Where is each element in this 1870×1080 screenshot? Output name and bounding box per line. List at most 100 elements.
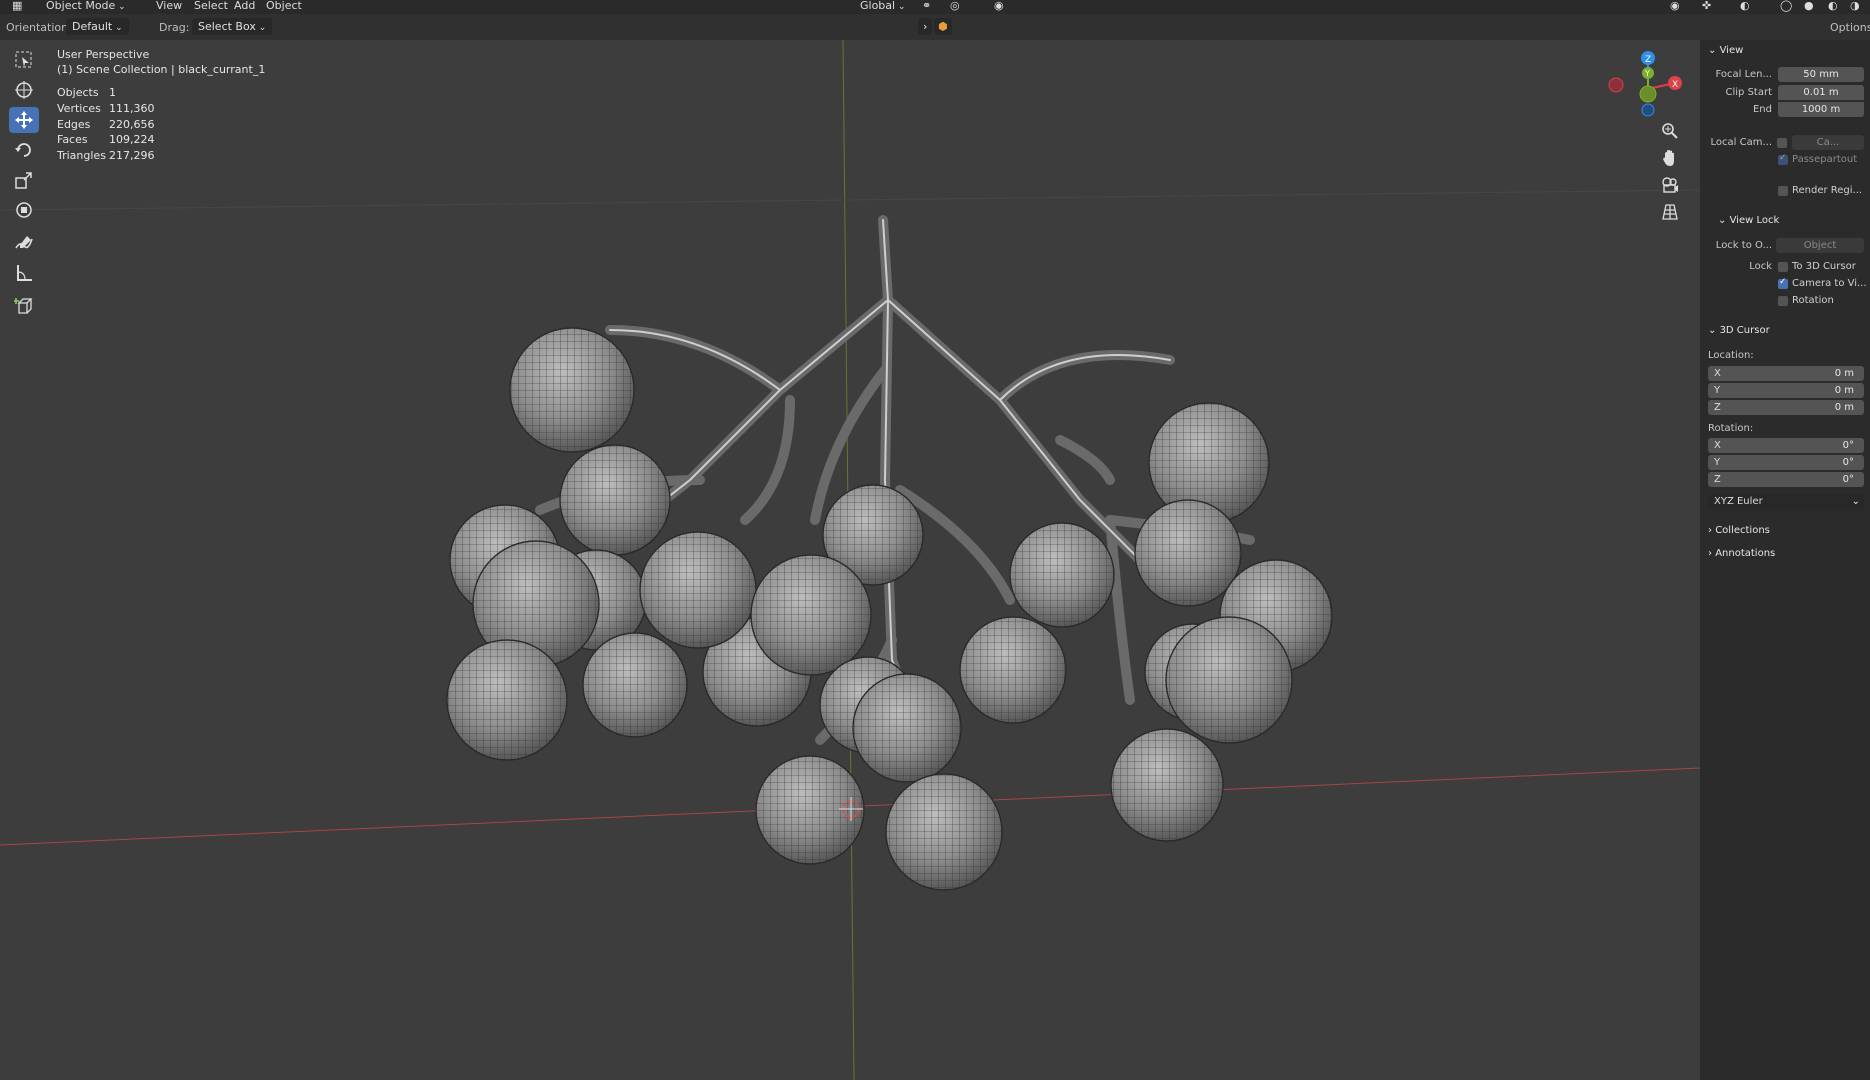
measure-icon bbox=[17, 265, 32, 281]
add-cube-tool[interactable] bbox=[9, 293, 39, 319]
orientation-label: Orientation: bbox=[6, 21, 72, 34]
stat-value: 111,360 bbox=[109, 102, 155, 115]
stat-label: Faces bbox=[57, 133, 88, 146]
move-icon bbox=[15, 111, 33, 129]
material-shading-icon[interactable]: ◐ bbox=[1824, 0, 1842, 14]
grid-icon bbox=[1662, 204, 1678, 220]
options-menu[interactable]: Options bbox=[1830, 21, 1870, 34]
snap-icon[interactable]: ⚭ bbox=[918, 0, 935, 14]
stat-label: Edges bbox=[57, 118, 91, 131]
stat-value: 109,224 bbox=[109, 133, 155, 146]
lock-camera-label: Camera to Vi... bbox=[1792, 278, 1867, 289]
cursor-rotation-x[interactable]: X 0° bbox=[1708, 438, 1864, 453]
zoom-icon bbox=[1662, 123, 1678, 139]
chevron-down-icon: ⌄ bbox=[1708, 325, 1720, 336]
clip-end-row: End 1000 m bbox=[1700, 102, 1870, 118]
navigation-gizmo[interactable]: Z X Y bbox=[1608, 45, 1688, 125]
lock-rotation-label: Rotation bbox=[1792, 295, 1834, 306]
focal-length-row: Focal Len... 50 mm bbox=[1700, 67, 1870, 83]
lock-object-row: Lock to O... Object bbox=[1700, 238, 1870, 254]
gizmo-toggle-icon[interactable]: ✜ bbox=[1698, 0, 1715, 14]
pan-button[interactable] bbox=[1657, 145, 1683, 171]
cursor-location-z[interactable]: Z0 m bbox=[1708, 400, 1864, 415]
lock-cursor-checkbox[interactable] bbox=[1778, 262, 1788, 272]
location-label: Location: bbox=[1708, 350, 1754, 361]
view-section-header[interactable]: ⌄ View bbox=[1708, 45, 1743, 56]
lock-object-field[interactable]: Object bbox=[1776, 238, 1864, 253]
chevron-down-icon: ⌄ bbox=[1718, 215, 1730, 226]
sidebar-expand-icon[interactable]: › bbox=[918, 18, 933, 35]
sidebar-n-panel: ⌄ View Focal Len... 50 mm Clip Start 0.0… bbox=[1700, 40, 1870, 1080]
solid-shading-icon[interactable]: ● bbox=[1800, 0, 1818, 14]
lock-rotation-checkbox[interactable] bbox=[1778, 296, 1788, 306]
cursor-tool[interactable] bbox=[9, 77, 39, 103]
passepartout-row: Passepartout bbox=[1700, 152, 1870, 168]
cursor-rotation-z[interactable]: Z 0° bbox=[1708, 472, 1864, 487]
focal-length-label: Focal Len... bbox=[1715, 69, 1772, 80]
annotate-icon bbox=[15, 236, 33, 249]
wireframe-shading-icon[interactable]: ◯ bbox=[1776, 0, 1796, 14]
cursor-rotation-y[interactable]: Y 0° bbox=[1708, 455, 1864, 470]
lock-camera-checkbox[interactable] bbox=[1778, 277, 1788, 289]
clip-end-field[interactable]: 1000 m bbox=[1778, 102, 1864, 117]
gizmo-z-label: Z bbox=[1645, 55, 1651, 65]
perspective-toggle-button[interactable] bbox=[1657, 199, 1683, 225]
chevron-down-icon: ⌄ bbox=[1708, 45, 1720, 56]
transform-space-selector[interactable]: Global bbox=[856, 0, 910, 14]
scene-icon[interactable]: ⬢ bbox=[934, 18, 952, 35]
stat-value: 220,656 bbox=[109, 118, 155, 131]
rotation-mode-dropdown[interactable]: XYZ Euler ⌄ bbox=[1708, 494, 1864, 509]
view-name: User Perspective bbox=[57, 48, 150, 61]
proportional-edit-icon[interactable]: ◎ bbox=[946, 0, 964, 14]
select-box-icon bbox=[15, 51, 32, 68]
add-menu[interactable]: Add bbox=[230, 0, 259, 14]
mode-selector[interactable]: Object Mode bbox=[42, 0, 130, 14]
hand-icon bbox=[1663, 150, 1674, 166]
render-region-label: Render Regi... bbox=[1792, 185, 1863, 196]
clip-start-label: Clip Start bbox=[1725, 87, 1773, 98]
local-camera-field[interactable]: Ca... bbox=[1792, 135, 1864, 150]
tool-header: Orientation: Default Drag: Select Box › … bbox=[0, 14, 1870, 40]
rendered-shading-icon[interactable]: ◑ bbox=[1846, 0, 1864, 14]
view-menu[interactable]: View bbox=[152, 0, 186, 14]
rotation-label: Rotation: bbox=[1708, 423, 1754, 434]
pivot-icon[interactable]: ◉ bbox=[990, 0, 1008, 14]
local-camera-checkbox[interactable] bbox=[1777, 138, 1787, 148]
camera-icon bbox=[1662, 177, 1678, 193]
drag-selector[interactable]: Select Box bbox=[192, 18, 273, 35]
select-menu[interactable]: Select bbox=[190, 0, 232, 14]
rotate-tool[interactable] bbox=[9, 137, 39, 163]
lock-object-label: Lock to O... bbox=[1715, 240, 1772, 251]
cursor-location-x[interactable]: X0 m bbox=[1708, 366, 1864, 381]
3d-viewport[interactable] bbox=[0, 40, 1700, 1080]
cursor-location-y[interactable]: Y0 m bbox=[1708, 383, 1864, 398]
passepartout-checkbox[interactable] bbox=[1778, 153, 1788, 165]
stat-value: 1 bbox=[109, 86, 116, 99]
orientation-selector[interactable]: Default bbox=[66, 18, 129, 35]
stat-label: Triangles bbox=[57, 149, 106, 162]
collections-section-header[interactable]: › Collections bbox=[1708, 525, 1770, 536]
stat-label: Objects bbox=[57, 86, 99, 99]
top-menu-bar: ▦ Object Mode View Select Add Object Glo… bbox=[0, 0, 1870, 14]
3d-cursor-section-header[interactable]: ⌄ 3D Cursor bbox=[1708, 325, 1770, 336]
move-tool[interactable] bbox=[9, 107, 39, 133]
scale-tool[interactable] bbox=[9, 167, 39, 193]
render-region-checkbox[interactable] bbox=[1778, 186, 1788, 196]
passepartout-label: Passepartout bbox=[1792, 154, 1858, 165]
editor-type-icon[interactable]: ▦ bbox=[8, 0, 26, 14]
view-lock-section-header[interactable]: ⌄ View Lock bbox=[1718, 215, 1779, 226]
visibility-icon[interactable]: ◉ bbox=[1666, 0, 1684, 14]
overlay-toggle-icon[interactable]: ◐ bbox=[1736, 0, 1754, 14]
collection-name: (1) Scene Collection | black_currant_1 bbox=[57, 63, 266, 76]
object-menu[interactable]: Object bbox=[262, 0, 306, 14]
annotate-tool[interactable] bbox=[9, 230, 39, 256]
focal-length-field[interactable]: 50 mm bbox=[1778, 67, 1864, 82]
clip-start-field[interactable]: 0.01 m bbox=[1778, 85, 1864, 100]
zoom-button[interactable] bbox=[1657, 118, 1683, 144]
camera-view-button[interactable] bbox=[1657, 172, 1683, 198]
annotations-section-header[interactable]: › Annotations bbox=[1708, 548, 1775, 559]
transform-tool[interactable] bbox=[9, 197, 39, 223]
select-box-tool[interactable] bbox=[9, 47, 39, 73]
measure-tool[interactable] bbox=[9, 260, 39, 286]
render-region-row: Render Regi... bbox=[1700, 183, 1870, 199]
